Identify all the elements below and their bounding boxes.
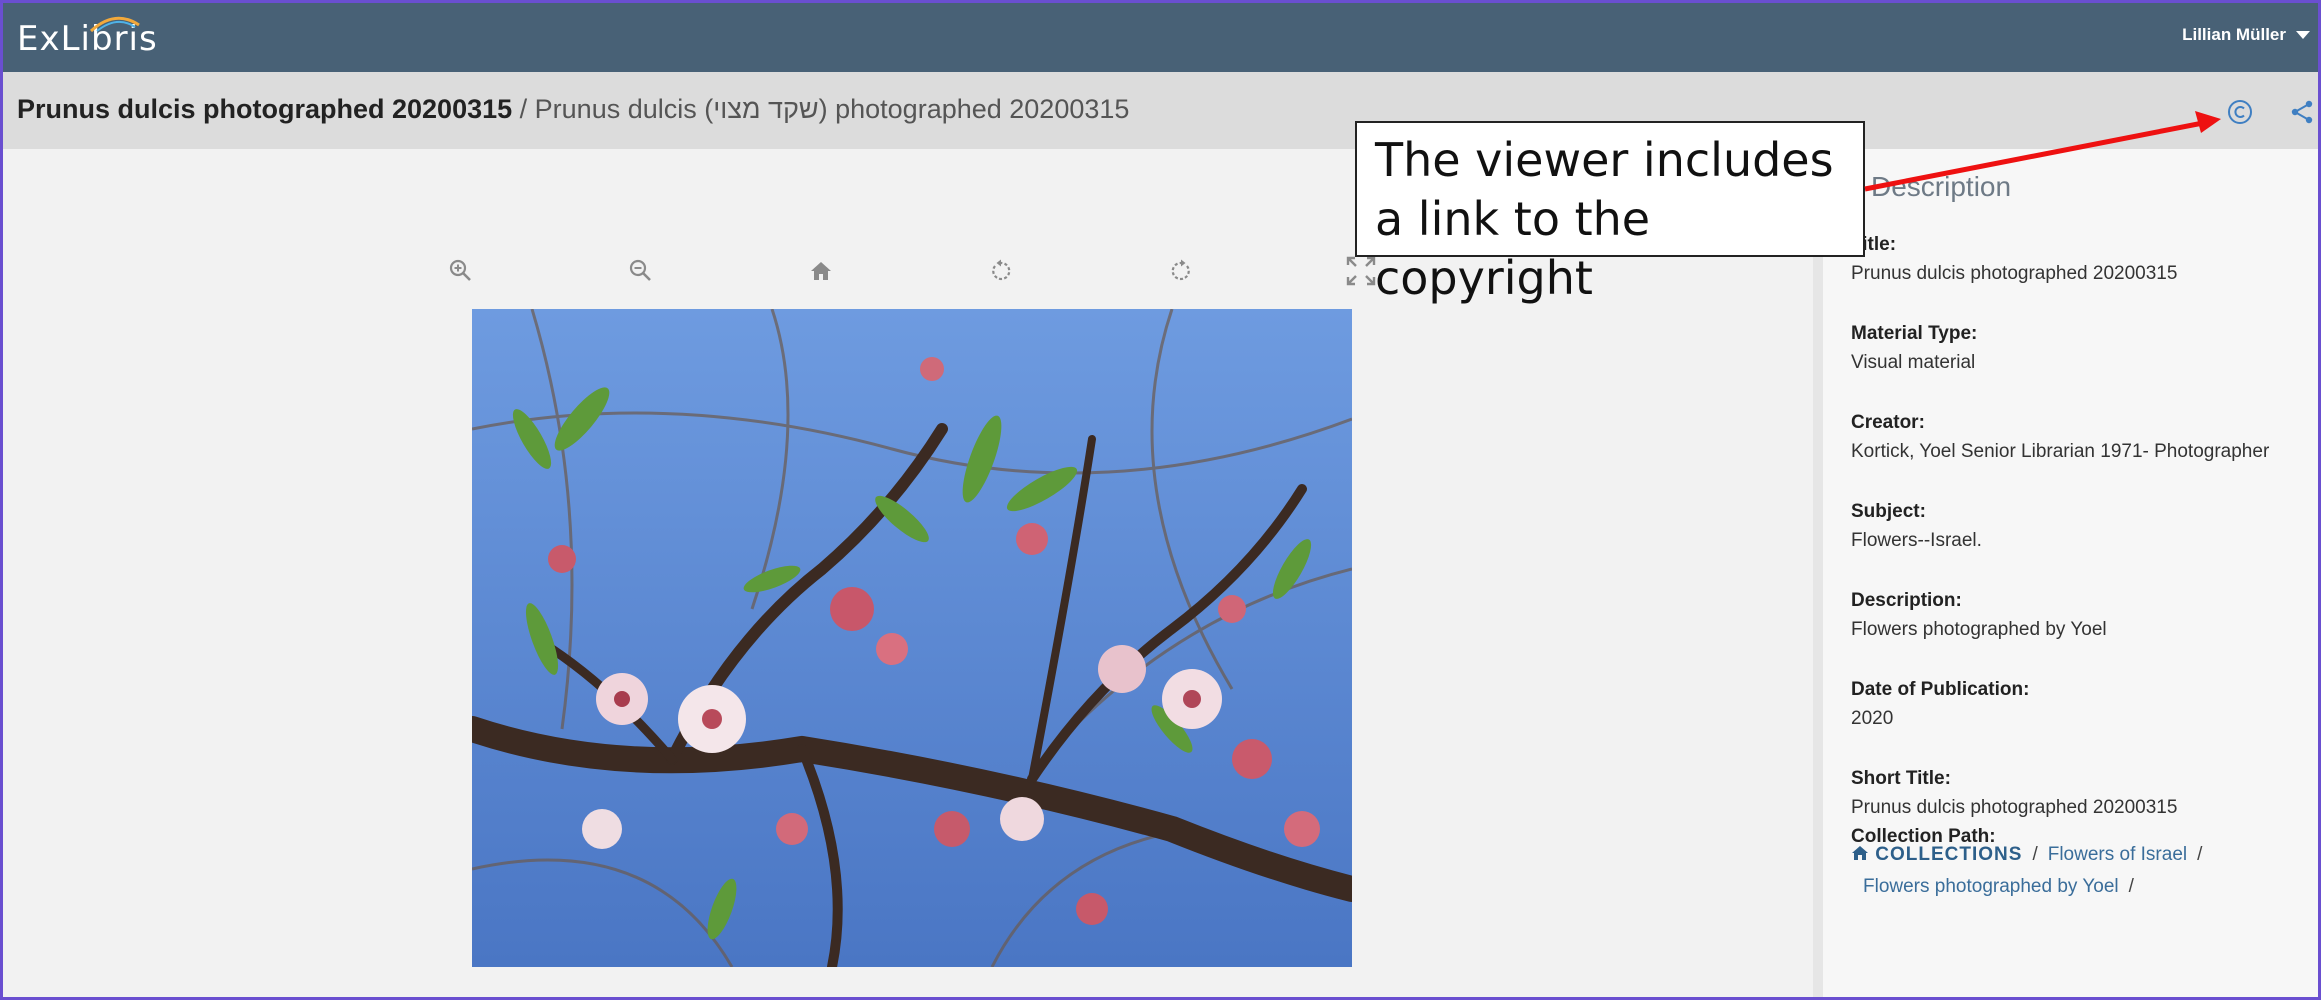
breadcrumb-separator: / [2197,844,2203,865]
blossom-photo[interactable] [472,309,1352,967]
field-value: Prunus dulcis photographed 20200315 [1851,797,2178,818]
viewer-toolbar [443,253,1383,289]
field-title: Title: Prunus dulcis photographed 202003… [1851,231,2311,289]
fullscreen-icon[interactable] [1343,253,1379,289]
logo-arc-icon [89,16,140,33]
zoom-in-icon[interactable] [443,253,479,289]
main-title: Prunus dulcis photographed 20200315 [17,94,513,124]
field-label: Short Title: [1851,768,1951,789]
field-label: Material Type: [1851,323,1978,344]
field-date-of-publication: Date of Publication: 2020 [1851,676,2311,734]
field-value: 2020 [1851,708,1894,729]
breadcrumb-separator: / [2128,876,2134,897]
description-heading: Description [1871,171,2012,202]
field-value: Flowers photographed by Yoel [1851,619,2107,640]
field-description: Description: Flowers photographed by Yoe… [1851,587,2311,645]
field-label: Title: [1851,234,1897,255]
field-value: Visual material [1851,352,1976,373]
field-label: Creator: [1851,412,1925,433]
field-creator: Creator: Kortick, Yoel Senior Librarian … [1851,409,2311,467]
breadcrumb-separator: / [2032,844,2038,865]
collection-breadcrumb: COLLECTIONS / Flowers of Israel / Flowers p… [1851,839,2311,903]
title-actions [2224,96,2318,128]
field-value: Flowers--Israel. [1851,530,1982,551]
rotate-left-icon[interactable] [983,253,1019,289]
user-name: Lillian Müller [2182,25,2286,44]
annotation-callout: The viewer includes a link to the copyri… [1355,121,1865,305]
app-frame: ExLibris Lillian Müller Prunus dulcis ph… [0,0,2321,1000]
exlibris-logo[interactable]: ExLibris [17,16,158,61]
annotation-text: The viewer includes a link to the copyri… [1375,133,1834,305]
rotate-right-icon[interactable] [1163,253,1199,289]
home-icon [1852,846,1868,860]
record-title-bar: Prunus dulcis photographed 20200315 / Pr… [3,72,2318,149]
collections-home-link[interactable]: COLLECTIONS [1851,844,2022,865]
breadcrumb-flowers-photographed-by-yoel[interactable]: Flowers photographed by Yoel [1863,876,2119,897]
alt-title: Prunus dulcis (שקד מצוי) photographed 20… [534,94,1130,124]
user-menu[interactable]: Lillian Müller [2182,25,2310,45]
top-app-bar: ExLibris Lillian Müller [3,3,2318,72]
field-label: Subject: [1851,501,1926,522]
field-label: Description: [1851,590,1962,611]
field-value: Prunus dulcis photographed 20200315 [1851,263,2178,284]
page-title: Prunus dulcis photographed 20200315 / Pr… [17,94,1129,125]
details-panel: Description Title: Prunus dulcis photogr… [1823,149,2318,997]
chevron-down-icon [2296,31,2310,39]
field-material-type: Material Type: Visual material [1851,320,2311,378]
copyright-icon[interactable] [2224,96,2256,128]
field-value: Kortick, Yoel Senior Librarian 1971- Pho… [1851,441,2270,462]
field-subject: Subject: Flowers--Israel. [1851,498,2311,556]
breadcrumb-flowers-of-israel[interactable]: Flowers of Israel [2048,844,2187,865]
collections-label: COLLECTIONS [1875,844,2023,865]
home-icon[interactable] [803,253,839,289]
zoom-out-icon[interactable] [623,253,659,289]
share-icon[interactable] [2286,96,2318,128]
field-label: Date of Publication: [1851,679,2030,700]
title-separator: / [512,94,535,124]
